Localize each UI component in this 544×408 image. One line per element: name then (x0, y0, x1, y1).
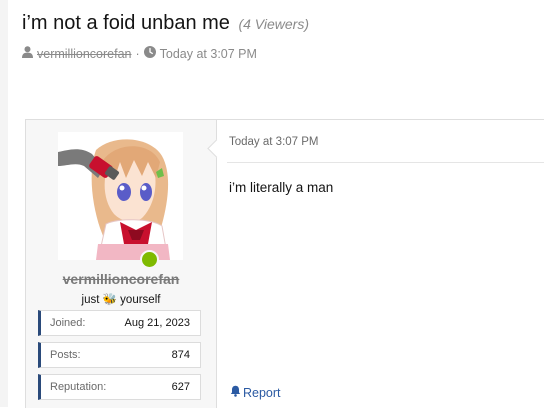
clock-icon (143, 46, 156, 61)
report-link[interactable]: Report (230, 385, 281, 400)
stat-value: 874 (171, 349, 190, 361)
stat-joined: Joined: Aug 21, 2023 (38, 310, 201, 336)
bee-emoji-icon: 🐝 (102, 294, 117, 306)
thread-timestamp[interactable]: Today at 3:07 PM (160, 47, 257, 61)
stat-reputation: Reputation: 627 (38, 374, 201, 400)
left-rail (0, 0, 8, 407)
post-username[interactable]: vermillioncorefan (26, 271, 216, 287)
report-label: Report (243, 385, 281, 400)
post-header-divider (227, 162, 544, 163)
post-user-cell: vermillioncorefan just 🐝 yourself Joined… (26, 120, 217, 408)
stat-label: Reputation: (50, 381, 107, 393)
stat-value: 627 (171, 381, 190, 393)
thread-title-text: i’m not a foid unban me (22, 12, 230, 34)
avatar[interactable] (58, 132, 183, 260)
thread-author-link[interactable]: vermillioncorefan (37, 47, 131, 61)
thread-title: i’m not a foid unban me (4 Viewers) (22, 12, 309, 35)
post: vermillioncorefan just 🐝 yourself Joined… (25, 119, 544, 408)
user-icon (22, 46, 33, 61)
post-body: i’m literally a man (229, 180, 334, 195)
online-status-indicator (140, 250, 159, 269)
user-title-suffix: yourself (120, 294, 161, 306)
meta-separator: · (135, 46, 140, 61)
user-title: just 🐝 yourself (26, 292, 216, 306)
stat-label: Posts: (50, 349, 81, 361)
stat-value: Aug 21, 2023 (124, 317, 190, 329)
user-title-prefix: just (81, 294, 100, 306)
stat-posts: Posts: 874 (38, 342, 201, 368)
viewer-count: (4 Viewers) (238, 16, 310, 32)
bell-icon (230, 385, 241, 400)
stat-label: Joined: (50, 317, 86, 329)
post-timestamp[interactable]: Today at 3:07 PM (229, 136, 319, 148)
thread-meta: vermillioncorefan · Today at 3:07 PM (22, 46, 257, 61)
